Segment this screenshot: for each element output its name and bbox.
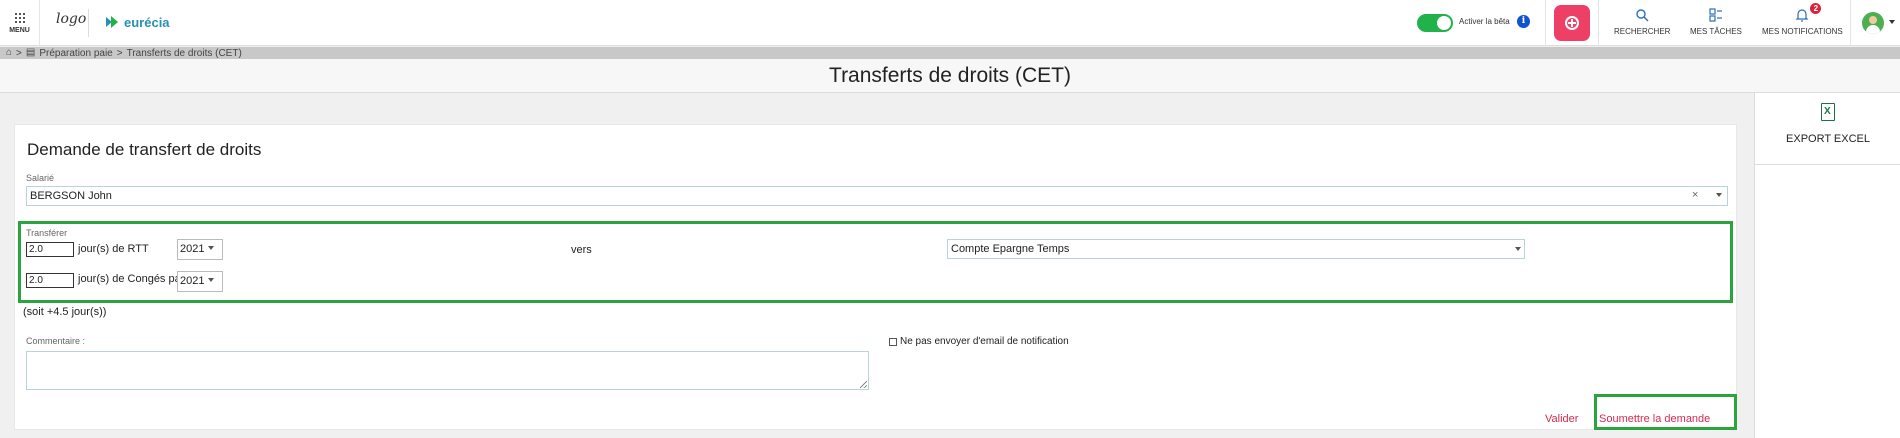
info-icon[interactable]: i	[1517, 15, 1530, 28]
valider-button[interactable]: Valider	[1545, 413, 1578, 425]
breadcrumb-item-current: Transferts de droits (CET)	[126, 47, 242, 59]
submit-request-button[interactable]: Soumettre la demande	[1599, 413, 1710, 425]
divider	[1850, 0, 1851, 46]
beta-toggle-label: Activer la bêta	[1459, 17, 1510, 26]
chevron-down-icon[interactable]	[208, 246, 214, 250]
eurecia-logo[interactable]: eurécia	[104, 14, 170, 30]
top-bar: MENU logo eurécia Activer la bêta i RECH…	[0, 0, 1900, 46]
commentaire-label: Commentaire :	[26, 336, 86, 346]
chevron-down-icon[interactable]	[208, 278, 214, 282]
export-excel-button[interactable]: EXPORT EXCEL	[1755, 93, 1900, 165]
commentaire-textarea[interactable]	[26, 351, 869, 390]
plus-circle-icon	[1565, 16, 1579, 30]
add-button[interactable]	[1554, 5, 1590, 41]
tasks-icon	[1709, 8, 1722, 22]
destination-value: Compte Epargne Temps	[951, 243, 1070, 255]
divider	[1545, 0, 1546, 46]
brand-name: eurécia	[124, 14, 170, 30]
logo-divider	[88, 9, 89, 37]
notification-count-badge: 2	[1810, 3, 1822, 14]
vers-label: vers	[571, 244, 592, 256]
bell-icon	[1795, 9, 1809, 22]
clear-icon[interactable]: ×	[1692, 190, 1698, 201]
grid-menu-icon	[14, 12, 25, 23]
actions-panel: EXPORT EXCEL	[1754, 93, 1900, 438]
search-icon	[1636, 9, 1649, 22]
page-title-bar: Transferts de droits (CET)	[0, 59, 1900, 93]
tasks-button[interactable]: MES TÂCHES	[1690, 8, 1742, 36]
salarie-label: Salarié	[26, 173, 55, 183]
menu-label: MENU	[9, 26, 30, 34]
rtt-days-label: jour(s) de RTT	[78, 243, 149, 255]
transfer-request-form: Demande de transfert de droits Salarié B…	[14, 124, 1737, 430]
search-button[interactable]: RECHERCHER	[1614, 8, 1670, 36]
notifications-label: MES NOTIFICATIONS	[1762, 27, 1843, 36]
tasks-label: MES TÂCHES	[1690, 27, 1742, 36]
no-email-checkbox[interactable]	[889, 338, 897, 346]
conges-year-value: 2021	[180, 275, 205, 287]
transferer-label: Transférer	[26, 228, 68, 238]
breadcrumb-separator: >	[116, 47, 123, 59]
breadcrumb: ⌂ > ▤ Préparation paie > Transferts de d…	[0, 47, 1900, 59]
search-label: RECHERCHER	[1614, 27, 1671, 36]
chevron-down-icon[interactable]	[1515, 247, 1521, 251]
conges-year-select[interactable]: 2021	[177, 271, 223, 292]
chevron-down-icon[interactable]	[1716, 193, 1722, 197]
excel-icon	[1821, 103, 1835, 121]
resize-handle-icon[interactable]	[860, 381, 867, 388]
transfer-section	[18, 221, 1733, 303]
destination-select[interactable]: Compte Epargne Temps	[947, 239, 1525, 259]
divider	[1598, 0, 1599, 46]
total-days-text: (soit +4.5 jour(s))	[23, 306, 107, 318]
user-avatar[interactable]	[1862, 12, 1884, 34]
rtt-year-select[interactable]: 2021	[177, 239, 223, 260]
notifications-button[interactable]: 2 MES NOTIFICATIONS	[1762, 3, 1843, 36]
export-excel-label: EXPORT EXCEL	[1786, 133, 1870, 145]
menu-button[interactable]: MENU	[0, 0, 40, 46]
rtt-year-value: 2021	[180, 243, 205, 255]
salarie-select[interactable]: BERGSON John	[26, 186, 1728, 206]
chevron-down-icon[interactable]	[1889, 20, 1895, 24]
rtt-days-input[interactable]: 2.0	[26, 242, 74, 257]
salarie-value: BERGSON John	[30, 190, 112, 202]
form-title: Demande de transfert de droits	[27, 140, 262, 159]
beta-toggle[interactable]	[1417, 14, 1453, 32]
no-email-label: Ne pas envoyer d'email de notification	[900, 336, 1069, 347]
company-logo[interactable]: logo	[56, 11, 86, 27]
home-icon[interactable]: ⌂	[6, 48, 12, 58]
conges-days-input[interactable]: 2.0	[26, 273, 74, 288]
page-title: Transferts de droits (CET)	[829, 63, 1071, 87]
breadcrumb-item-preparation-paie[interactable]: Préparation paie	[39, 48, 112, 59]
eurecia-mark-icon	[106, 16, 118, 28]
breadcrumb-separator: >	[16, 47, 22, 59]
document-icon: ▤	[25, 47, 36, 58]
